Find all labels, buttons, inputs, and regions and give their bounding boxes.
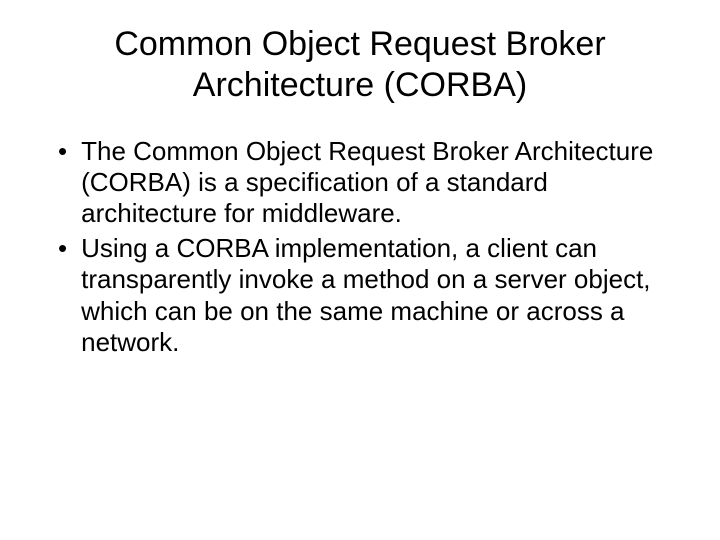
bullet-icon: • <box>58 136 67 167</box>
bullet-text: Using a CORBA implementation, a client c… <box>81 233 670 358</box>
slide-title: Common Object Request Broker Architectur… <box>50 24 670 106</box>
list-item: • The Common Object Request Broker Archi… <box>58 136 670 230</box>
bullet-list: • The Common Object Request Broker Archi… <box>50 136 670 358</box>
bullet-icon: • <box>58 233 67 264</box>
bullet-text: The Common Object Request Broker Archite… <box>81 136 670 230</box>
list-item: • Using a CORBA implementation, a client… <box>58 233 670 358</box>
